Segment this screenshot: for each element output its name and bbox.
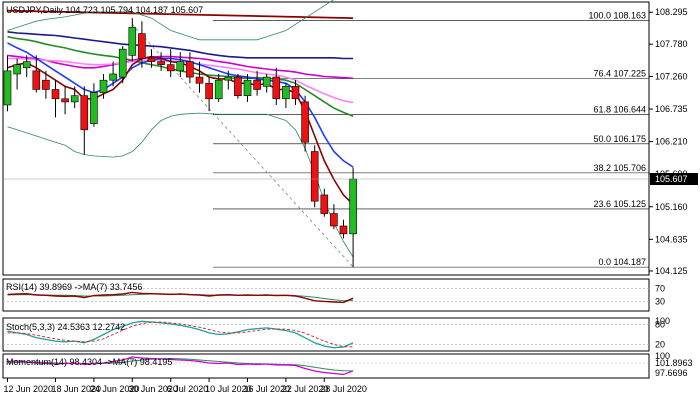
candle-bearish [147, 58, 156, 62]
candle-bullish [214, 79, 223, 100]
candle-bearish [320, 194, 329, 214]
low-value: 104.187 [136, 5, 169, 15]
y-tick-label: 104.125 [655, 266, 688, 276]
fib-level-label: 0.0 104.187 [598, 257, 646, 267]
stoch-level-label: 20 [655, 339, 665, 349]
rsi-level-label: 30 [655, 296, 665, 306]
rsi-level-label: 70 [655, 284, 665, 294]
candle-bullish [243, 79, 252, 96]
fib-level-label: 100.0 108.163 [588, 10, 646, 20]
candle-bullish [349, 178, 357, 235]
chart-header: USDJPY,Daily 104.723 105.794 104.187 105… [6, 5, 203, 15]
y-tick-label: 104.635 [655, 234, 688, 244]
momentum-label: Momentum(14) 98.4304 ->MA(7) 98.4195 [6, 357, 172, 367]
y-tick-label: 106.735 [655, 104, 688, 114]
y-tick-label: 108.295 [655, 7, 688, 17]
stoch-label: Stoch(5,3,3) 24.5363 12.2742 [6, 322, 125, 332]
candle-bearish [51, 89, 60, 100]
candle-bearish [195, 76, 204, 84]
y-tick-label: 107.260 [655, 71, 688, 81]
stoch-level-label: 80 [655, 320, 665, 330]
candle-bearish [253, 79, 261, 90]
momentum-top-label: 101.8963 [655, 358, 693, 368]
high-value: 105.794 [100, 5, 133, 15]
fib-level-label: 76.4 107.225 [593, 69, 646, 79]
candle-bearish [80, 95, 89, 131]
candle-bullish [118, 48, 127, 78]
candle-bearish [157, 61, 165, 65]
price-pane: 108.295 107.780 107.260 106.735 106.210 105.6… [2, 0, 698, 276]
fib-level-label: 61.8 106.644 [593, 105, 646, 115]
candle-bullish [224, 76, 233, 81]
chart-canvas: 108.295 107.780 107.260 106.735 106.210 105.6… [2, 0, 698, 394]
candle-bullish [176, 61, 185, 72]
candle-bullish [70, 95, 79, 103]
symbol-label: USDJPY,Daily [6, 5, 63, 15]
candle-bullish [90, 92, 98, 124]
y-tick-label: 105.160 [655, 202, 688, 212]
candle-bearish [166, 64, 175, 72]
y-tick-label: 106.210 [655, 137, 688, 147]
current-price-label: 105.607 [655, 174, 688, 184]
y-tick-label: 107.780 [655, 39, 688, 49]
candle-bearish [291, 86, 300, 100]
x-tick-label: 6 Jul 2020 [167, 384, 209, 394]
candle-bearish [42, 79, 50, 90]
candle-bullish [13, 64, 21, 75]
fib-level-label: 50.0 106.175 [593, 134, 646, 144]
x-axis: 12 Jun 202018 Jun 202024 Jun 202030 Jun … [4, 378, 367, 394]
candle-bearish [32, 70, 41, 90]
candle-bearish [138, 33, 146, 59]
candle-bearish [330, 213, 338, 227]
candle-bearish [186, 61, 194, 78]
candle-bullish [99, 79, 108, 93]
fib-level-label: 38.2 105.706 [593, 163, 646, 173]
x-tick-label: 28 Jul 2020 [320, 384, 367, 394]
x-tick-label: 12 Jun 2020 [4, 384, 54, 394]
candle-bullish [262, 76, 271, 87]
candle-bullish [128, 27, 137, 56]
fib-level-label: 23.6 105.125 [593, 199, 646, 209]
candle-bearish [339, 225, 348, 235]
candle-bearish [310, 151, 319, 202]
candle-bearish [234, 76, 242, 96]
candle-bearish [205, 82, 213, 100]
candle-bearish [272, 76, 281, 100]
momentum-bottom-label: 97.6696 [655, 368, 688, 378]
candle-bullish [22, 61, 31, 69]
candle-bullish [282, 86, 290, 100]
candle-bearish [301, 101, 309, 143]
candle-bullish [3, 70, 12, 106]
close-value: 105.607 [171, 5, 204, 15]
open-value: 104.723 [65, 5, 98, 15]
candle-bullish [109, 73, 117, 81]
rsi-label: RSI(14) 39.8969 ->MA(7) 33.7456 [6, 282, 142, 292]
candle-bearish [61, 98, 69, 103]
